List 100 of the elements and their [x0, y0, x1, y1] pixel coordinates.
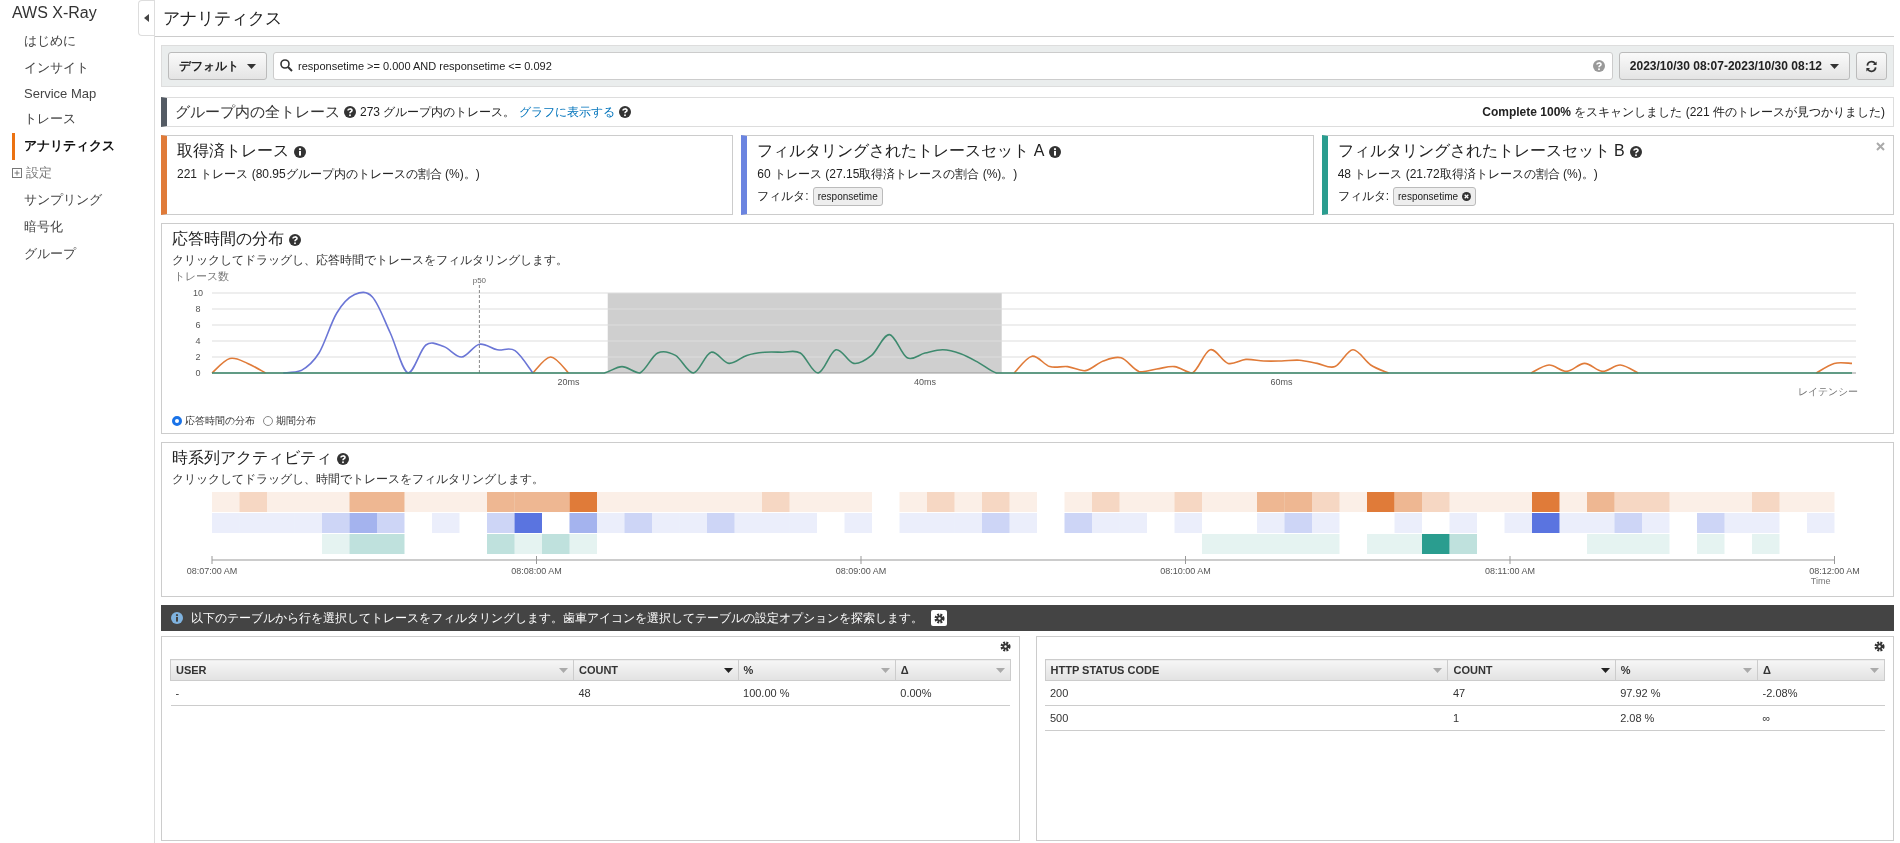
- caret-icon: [995, 667, 1005, 673]
- table-cell[interactable]: 200: [1045, 680, 1448, 706]
- column-header[interactable]: COUNT: [1447, 659, 1616, 681]
- info-icon: [1049, 145, 1062, 158]
- radio-option[interactable]: 期間分布: [263, 414, 316, 428]
- collapse-button[interactable]: [138, 0, 154, 36]
- help-icon: [289, 233, 301, 246]
- settings-icon[interactable]: [933, 612, 945, 624]
- group-title: グループ内の全トレース: [175, 102, 340, 122]
- column-header[interactable]: COUNT: [573, 659, 738, 681]
- caret-icon: [1433, 667, 1443, 673]
- y-axis-title: トレース数: [174, 270, 229, 282]
- app-title: AWS X-Ray: [12, 4, 97, 22]
- table-cell[interactable]: 500: [1045, 705, 1448, 731]
- caret-icon: [723, 667, 733, 673]
- panel-description: クリックしてドラッグし、応答時間でトレースをフィルタリングします。: [172, 252, 568, 269]
- scan-status: Complete 100% をスキャンしました (221 件のトレースが見つかりました): [1482, 103, 1885, 121]
- sidebar-item[interactable]: 設定: [12, 160, 52, 187]
- column-header[interactable]: HTTP STATUS CODE: [1045, 659, 1448, 681]
- time-tick-label: 08:09:00 AM: [835, 566, 887, 576]
- graph-link[interactable]: グラフに表示する: [519, 103, 616, 121]
- radio-option[interactable]: 応答時間の分布: [172, 414, 255, 428]
- time-tick-label: 08:10:00 AM: [1160, 566, 1211, 576]
- group-dropdown[interactable]: デフォルト: [168, 52, 267, 80]
- refresh-button[interactable]: [1856, 52, 1887, 80]
- heatmap-row[interactable]: [212, 513, 1835, 533]
- table-cell[interactable]: 48: [573, 680, 738, 706]
- card-title: フィルタリングされたトレースセット B: [1337, 141, 1625, 161]
- caret-icon: [558, 667, 568, 673]
- time-range-dropdown[interactable]: 2023/10/30 08:07-2023/10/30 08:12: [1618, 52, 1850, 80]
- table-cell[interactable]: 2.08 %: [1615, 705, 1758, 731]
- info-text: 以下のテーブルから行を選択してトレースをフィルタリングします。歯車アイコンを選択してテーブルの設定オプションを探索します。: [191, 609, 923, 627]
- time-tick-label: 08:11:00 AM: [1485, 566, 1535, 576]
- sidebar-item[interactable]: 暗号化: [12, 214, 63, 241]
- sidebar-item[interactable]: Service Map: [12, 82, 97, 106]
- card-title: フィルタリングされたトレースセット A: [757, 141, 1045, 161]
- heatmap-row[interactable]: [212, 492, 1835, 512]
- table-cell[interactable]: -: [170, 680, 574, 706]
- help-icon: [337, 452, 349, 465]
- refresh-icon: [1865, 59, 1878, 73]
- table-cell[interactable]: 47: [1447, 680, 1616, 706]
- table-cell[interactable]: 97.92 %: [1615, 680, 1758, 706]
- table-cell[interactable]: 100.00 %: [738, 680, 896, 706]
- help-icon: [1592, 60, 1605, 72]
- table-cell[interactable]: 1: [1447, 705, 1616, 731]
- settings-icon[interactable]: [999, 641, 1011, 652]
- time-tick-label: 08:12:00 AM: [1809, 566, 1860, 576]
- filter-tag[interactable]: responsetime: [812, 187, 883, 206]
- sidebar-item[interactable]: アナリティクス: [12, 133, 115, 160]
- table-cell[interactable]: -2.08%: [1757, 680, 1885, 706]
- trace-summary: 221 トレース (80.95グループ内のトレースの割合 (%)。): [177, 166, 481, 183]
- group-trace-count: 273 グループ内のトレース。: [360, 103, 516, 121]
- y-tick-label: 2: [195, 352, 201, 362]
- time-tick-label: 08:08:00 AM: [511, 566, 562, 576]
- x-axis-title: レイテンシー: [1798, 386, 1858, 397]
- x-tick-label: 60ms: [1270, 377, 1293, 387]
- search-icon: [280, 59, 293, 72]
- marker-label: p50: [472, 276, 487, 285]
- table-cell[interactable]: 0.00%: [895, 680, 1010, 706]
- sidebar-item[interactable]: トレース: [12, 106, 76, 133]
- info-icon: [171, 612, 183, 624]
- table-cell[interactable]: ∞: [1757, 705, 1885, 731]
- y-tick-label: 6: [195, 320, 201, 330]
- x-tick-label: 20ms: [557, 377, 580, 387]
- help-icon: [344, 106, 356, 118]
- caret-icon: [1830, 63, 1839, 69]
- panel-title: 応答時間の分布: [172, 229, 284, 249]
- axis-title: Time: [1810, 576, 1831, 586]
- column-header[interactable]: Δ: [1757, 659, 1885, 681]
- filter-label: フィルタ:: [1337, 188, 1389, 205]
- sidebar-item[interactable]: インサイト: [12, 55, 89, 82]
- caret-icon: [1600, 667, 1610, 673]
- help-icon: [1629, 145, 1642, 158]
- expand-icon: [12, 168, 22, 178]
- column-header[interactable]: %: [738, 659, 896, 681]
- help-icon: [619, 106, 632, 118]
- card-title: 取得済トレース: [177, 141, 289, 161]
- y-tick-label: 8: [195, 304, 201, 314]
- sidebar-item[interactable]: グループ: [12, 241, 76, 268]
- sidebar-item[interactable]: はじめに: [12, 28, 76, 55]
- settings-icon[interactable]: [1874, 641, 1885, 652]
- page-title: アナリティクス: [163, 7, 282, 30]
- filter-field[interactable]: responsetime >= 0.000 AND responsetime <= 0.092: [273, 52, 1613, 80]
- info-icon: [294, 145, 306, 158]
- column-header[interactable]: USER: [170, 659, 574, 681]
- sidebar-item[interactable]: サンプリング: [12, 187, 102, 214]
- remove-icon[interactable]: [1462, 192, 1472, 201]
- filter-tag[interactable]: responsetime: [1393, 187, 1477, 206]
- y-tick-label: 0: [195, 368, 201, 378]
- collapse-icon: [144, 14, 149, 22]
- panel-description: クリックしてドラッグし、時間でトレースをフィルタリングします。: [172, 471, 544, 488]
- column-header[interactable]: %: [1615, 659, 1758, 681]
- caret-icon: [1870, 667, 1879, 673]
- time-tick-label: 08:07:00 AM: [186, 566, 238, 576]
- column-header[interactable]: Δ: [895, 659, 1010, 681]
- filter-label: フィルタ:: [757, 188, 809, 205]
- y-tick-label: 10: [193, 288, 203, 298]
- trace-summary: 48 トレース (21.72取得済トレースの割合 (%)。): [1337, 166, 1599, 183]
- panel-title: 時系列アクティビティ: [172, 448, 332, 468]
- y-tick-label: 4: [195, 336, 201, 346]
